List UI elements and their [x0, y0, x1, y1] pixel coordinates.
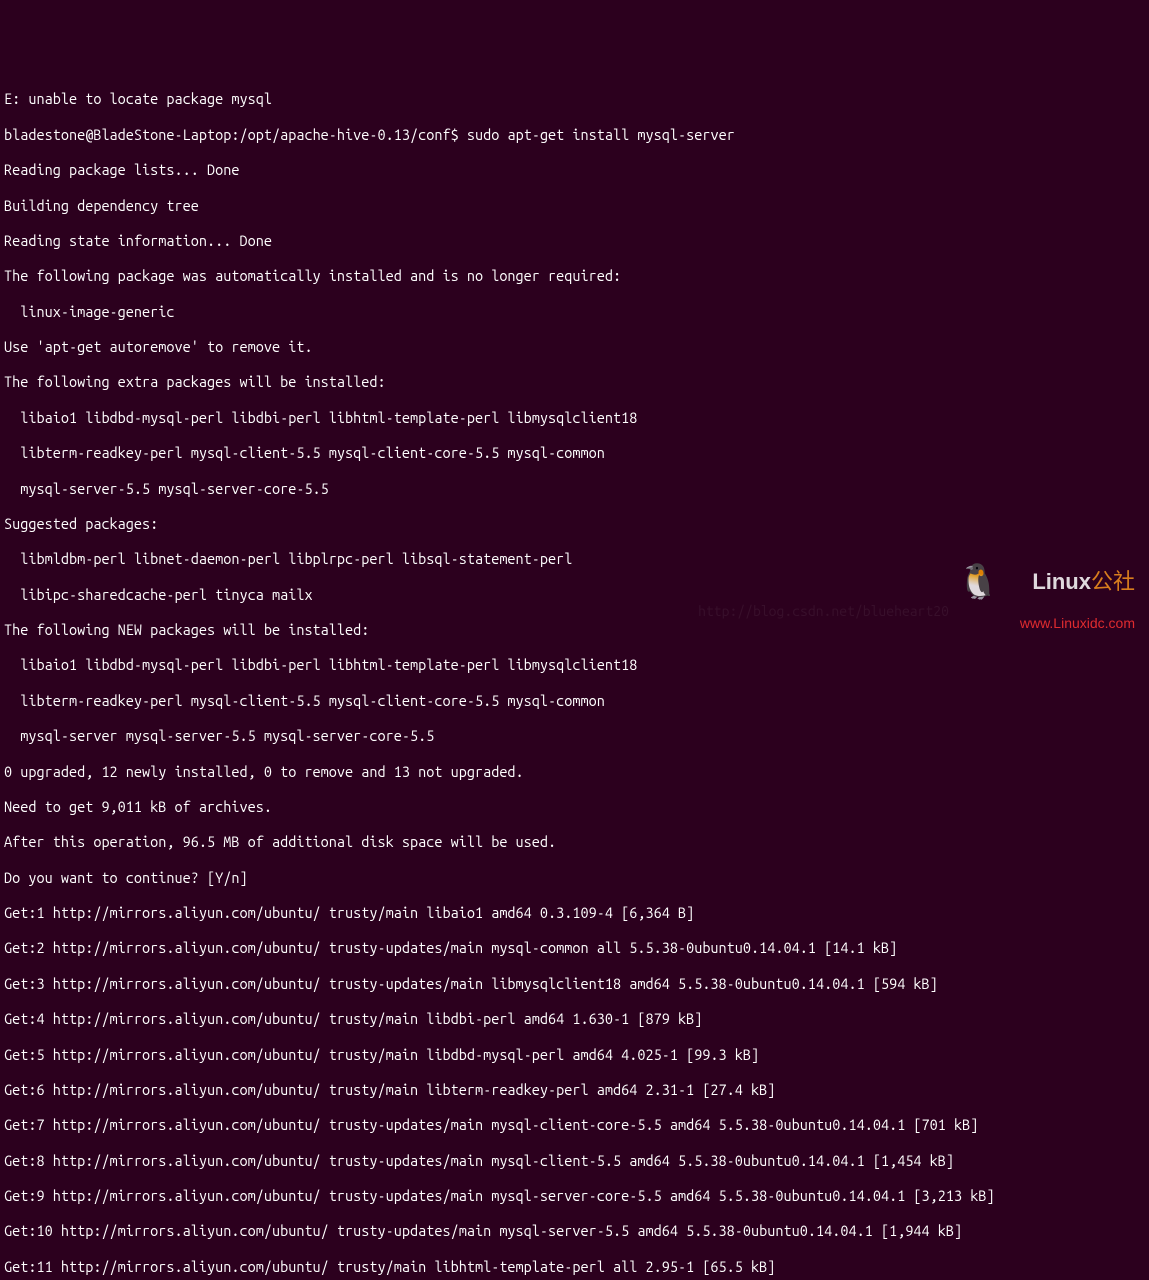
output-line: Suggested packages: — [4, 515, 1145, 533]
output-line: Get:2 http://mirrors.aliyun.com/ubuntu/ … — [4, 939, 1145, 957]
output-line: Get:1 http://mirrors.aliyun.com/ubuntu/ … — [4, 904, 1145, 922]
watermark-url: www.Linuxidc.com — [1020, 615, 1135, 632]
output-line: The following package was automatically … — [4, 267, 1145, 285]
output-line: 0 upgraded, 12 newly installed, 0 to rem… — [4, 763, 1145, 781]
output-line: Get:5 http://mirrors.aliyun.com/ubuntu/ … — [4, 1046, 1145, 1064]
output-line: Get:9 http://mirrors.aliyun.com/ubuntu/ … — [4, 1187, 1145, 1205]
watermark-brand-cn: 公社 — [1091, 569, 1135, 594]
output-line: Get:8 http://mirrors.aliyun.com/ubuntu/ … — [4, 1152, 1145, 1170]
prompt-line: bladestone@BladeStone-Laptop:/opt/apache… — [4, 126, 1145, 144]
output-line: Get:3 http://mirrors.aliyun.com/ubuntu/ … — [4, 975, 1145, 993]
watermark: 🐧 Linux公社 www.Linuxidc.com — [957, 549, 1135, 632]
output-line: Building dependency tree — [4, 197, 1145, 215]
output-line: Get:4 http://mirrors.aliyun.com/ubuntu/ … — [4, 1010, 1145, 1028]
output-line: linux-image-generic — [4, 303, 1145, 321]
penguin-icon: 🐧 — [957, 565, 999, 599]
output-line: Reading package lists... Done — [4, 161, 1145, 179]
output-line: libaio1 libdbd-mysql-perl libdbi-perl li… — [4, 409, 1145, 427]
truncated-line: E: unable to locate package mysql — [4, 90, 1145, 108]
output-line: libaio1 libdbd-mysql-perl libdbi-perl li… — [4, 656, 1145, 674]
output-line: mysql-server mysql-server-5.5 mysql-serv… — [4, 727, 1145, 745]
output-line: Do you want to continue? [Y/n] — [4, 869, 1145, 887]
watermark-brand-en: Linux — [1032, 569, 1091, 594]
output-line: The following extra packages will be ins… — [4, 373, 1145, 391]
output-line: mysql-server-5.5 mysql-server-core-5.5 — [4, 480, 1145, 498]
prompt-user-host: bladestone@BladeStone-Laptop — [4, 126, 231, 143]
prompt-path: /opt/apache-hive-0.13/conf — [239, 126, 450, 143]
output-line: Get:6 http://mirrors.aliyun.com/ubuntu/ … — [4, 1081, 1145, 1099]
output-line: Use 'apt-get autoremove' to remove it. — [4, 338, 1145, 356]
prompt-symbol: $ — [451, 126, 459, 143]
output-line: Get:10 http://mirrors.aliyun.com/ubuntu/… — [4, 1222, 1145, 1240]
terminal-output[interactable]: E: unable to locate package mysql blades… — [4, 73, 1145, 1280]
output-line: Get:11 http://mirrors.aliyun.com/ubuntu/… — [4, 1258, 1145, 1276]
command-text: sudo apt-get install mysql-server — [467, 126, 735, 143]
output-line: After this operation, 96.5 MB of additio… — [4, 833, 1145, 851]
output-line: Reading state information... Done — [4, 232, 1145, 250]
output-line: libterm-readkey-perl mysql-client-5.5 my… — [4, 444, 1145, 462]
output-line: libterm-readkey-perl mysql-client-5.5 my… — [4, 692, 1145, 710]
output-line: Need to get 9,011 kB of archives. — [4, 798, 1145, 816]
output-line: Get:7 http://mirrors.aliyun.com/ubuntu/ … — [4, 1116, 1145, 1134]
